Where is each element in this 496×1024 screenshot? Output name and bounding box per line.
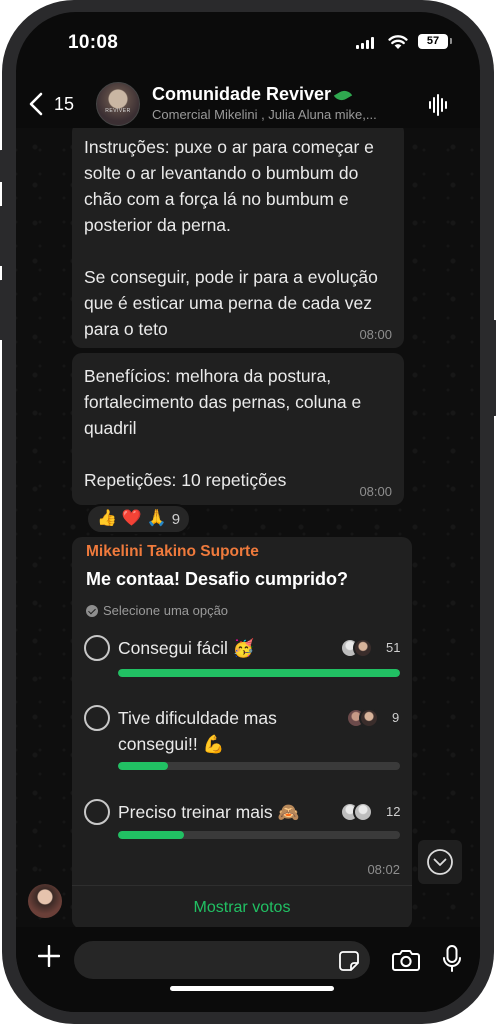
- message-text: Instruções: puxe o ar para começar e sol…: [84, 137, 374, 235]
- cellular-signal-icon: [356, 37, 374, 49]
- poll-option-text: Preciso treinar mais 🙈: [118, 802, 300, 822]
- vote-bar-fill: [118, 831, 185, 839]
- group-title-text[interactable]: Comunidade Reviver: [152, 84, 331, 104]
- group-avatar[interactable]: REVIVER: [96, 82, 140, 126]
- screen: 10:08 57 15 REVIVER Comunidade Reviver C…: [16, 12, 480, 1012]
- vote-count: 12: [386, 804, 401, 819]
- camera-icon[interactable]: [392, 948, 420, 972]
- plus-icon[interactable]: [38, 945, 60, 967]
- poll-radio[interactable]: [84, 799, 110, 825]
- wifi-icon: [388, 35, 408, 49]
- poll-option[interactable]: Tive dificuldade mas consegui!! 💪 9: [72, 705, 412, 775]
- vote-bar-fill: [118, 762, 168, 770]
- poll-hint: Selecione uma opção: [86, 603, 228, 618]
- check-circle-icon: [86, 604, 98, 617]
- chat-area[interactable]: Instruções: puxe o ar para começar e sol…: [16, 128, 480, 927]
- message-input[interactable]: [74, 941, 370, 979]
- poll-hint-text: Selecione uma opção: [103, 603, 229, 618]
- voter-avatars: [340, 802, 373, 822]
- input-bar: [16, 927, 480, 1012]
- reaction-count: 9: [171, 510, 181, 528]
- back-icon[interactable]: [28, 92, 44, 116]
- voter-avatars: [346, 708, 379, 728]
- poll-option-text: Consegui fácil 🥳: [118, 638, 255, 658]
- mic-icon[interactable]: [442, 945, 462, 973]
- phone-frame: 10:08 57 15 REVIVER Comunidade Reviver C…: [0, 0, 496, 1024]
- message-time: 08:00: [359, 327, 392, 342]
- volume-up-button: [0, 206, 4, 266]
- vote-bar: [118, 669, 400, 677]
- unread-count[interactable]: 15: [54, 94, 74, 115]
- voter-avatars: [340, 638, 373, 658]
- reaction-thumbs-up: 👍: [97, 510, 117, 527]
- poll-radio[interactable]: [84, 705, 110, 731]
- avatar[interactable]: [28, 884, 62, 918]
- chat-header[interactable]: 15 REVIVER Comunidade Reviver Comercial …: [16, 70, 480, 128]
- avatar: [353, 638, 373, 658]
- audio-wave-icon[interactable]: [428, 94, 450, 116]
- vote-count: 51: [386, 640, 401, 655]
- reaction-heart: ❤️: [121, 510, 142, 527]
- power-button: [492, 320, 496, 416]
- chevron-down-icon[interactable]: [418, 840, 462, 884]
- poll-question: Me contaa! Desafio cumprido?: [86, 569, 349, 589]
- vote-count: 9: [392, 710, 400, 725]
- volume-down-button: [0, 280, 4, 340]
- message-text: Se conseguir, pode ir para a evolução qu…: [84, 267, 378, 339]
- status-bar: 10:08 57: [16, 12, 480, 70]
- poll-option-text: Tive dificuldade mas consegui!! 💪: [118, 708, 277, 754]
- poll-radio[interactable]: [84, 635, 110, 661]
- avatar: [353, 802, 373, 822]
- status-time: 10:08: [68, 32, 119, 53]
- sender-name[interactable]: Mikelini Takino Suporte: [86, 543, 259, 561]
- poll-option[interactable]: Consegui fácil 🥳 51: [72, 635, 412, 685]
- poll-bubble[interactable]: Mikelini Takino Suporte Me contaa! Desaf…: [72, 537, 412, 927]
- message-text: Benefícios: melhora da postura, fortalec…: [84, 366, 362, 438]
- message-bubble[interactable]: Instruções: puxe o ar para começar e sol…: [72, 128, 404, 348]
- reaction-pray: 🙏: [146, 510, 167, 527]
- mute-switch: [0, 150, 4, 182]
- group-title[interactable]: Comunidade Reviver: [152, 84, 353, 105]
- poll-option[interactable]: Preciso treinar mais 🙈 12: [72, 799, 412, 849]
- avatar-caption: REVIVER: [105, 108, 131, 114]
- vote-bar-fill: [118, 669, 400, 677]
- leaf-icon: [333, 87, 353, 104]
- message-bubble[interactable]: Benefícios: melhora da postura, fortalec…: [72, 353, 404, 505]
- home-indicator[interactable]: [170, 986, 334, 991]
- vote-bar: [118, 831, 400, 839]
- sticker-icon[interactable]: [339, 951, 359, 971]
- message-text: Repetições: 10 repetições: [84, 470, 287, 490]
- vote-bar: [118, 762, 400, 770]
- reactions-pill[interactable]: 👍 ❤️ 🙏 9: [86, 504, 192, 534]
- show-votes-button[interactable]: Mostrar votos: [72, 885, 412, 927]
- message-time: 08:02: [367, 862, 400, 877]
- avatar: [359, 708, 379, 728]
- scroll-down-button[interactable]: [418, 840, 462, 884]
- message-time: 08:00: [359, 484, 392, 499]
- battery-icon: 57: [418, 34, 452, 49]
- group-members[interactable]: Comercial Mikelini , Julia Aluna mike,..…: [152, 107, 414, 122]
